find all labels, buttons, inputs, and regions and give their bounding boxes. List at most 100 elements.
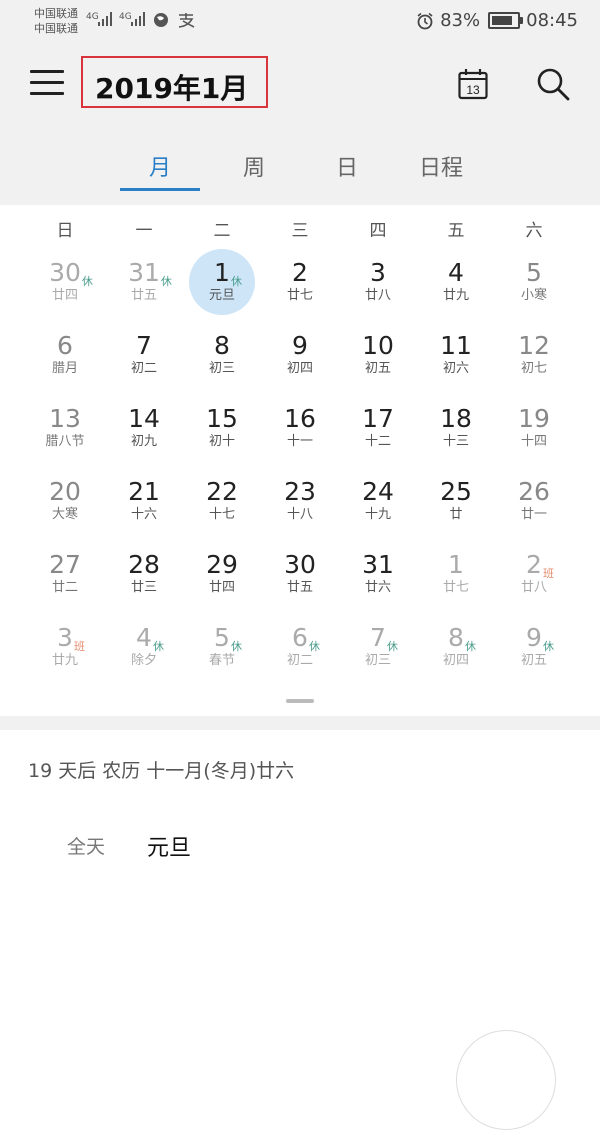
day-cell[interactable]: 3 廿八 xyxy=(339,246,417,314)
day-number: 9 xyxy=(526,623,542,652)
day-cell[interactable]: 2 班廿八 xyxy=(495,538,573,606)
day-number: 24 xyxy=(362,477,394,506)
lunar-date: 十七 xyxy=(208,507,235,522)
holiday-tag: 休 xyxy=(230,640,242,653)
day-cell[interactable]: 4 休除夕 xyxy=(105,611,183,679)
day-cell[interactable]: 9 初四 xyxy=(261,319,339,387)
carrier-info: 中国联通 中国联通 xyxy=(34,6,78,36)
lunar-date: 初五 xyxy=(520,653,547,668)
day-cell[interactable]: 2 廿七 xyxy=(261,246,339,314)
day-cell[interactable]: 21 十六 xyxy=(105,465,183,533)
globe-icon xyxy=(154,13,168,27)
day-cell[interactable]: 11 初六 xyxy=(417,319,495,387)
lunar-date: 廿三 xyxy=(130,580,157,595)
lunar-date: 初九 xyxy=(130,434,157,449)
day-cell[interactable]: 10 初五 xyxy=(339,319,417,387)
event-item[interactable]: 全天 元旦 xyxy=(0,830,600,861)
month-title-box[interactable]: 2019年1月 xyxy=(81,56,268,108)
carrier-1: 中国联通 xyxy=(34,7,78,20)
lunar-date: 廿 xyxy=(449,507,463,522)
lunar-date: 十八 xyxy=(286,507,313,522)
day-number: 2 xyxy=(292,258,308,287)
day-cell[interactable]: 14 初九 xyxy=(105,392,183,460)
day-cell[interactable]: 22 十七 xyxy=(183,465,261,533)
day-cell[interactable]: 1 休元旦 xyxy=(183,246,261,315)
add-event-button[interactable] xyxy=(456,1030,556,1130)
day-cell[interactable]: 9 休初五 xyxy=(495,611,573,679)
lunar-date: 腊月 xyxy=(51,361,78,376)
lunar-date: 十四 xyxy=(520,434,547,449)
menu-icon[interactable] xyxy=(30,70,64,100)
day-number: 30 xyxy=(284,550,316,579)
day-cell[interactable]: 30 廿五 xyxy=(261,538,339,606)
carrier-2: 中国联通 xyxy=(34,22,78,35)
day-number: 9 xyxy=(292,331,308,360)
day-number: 11 xyxy=(440,331,472,360)
day-cell[interactable]: 31 廿六 xyxy=(339,538,417,606)
day-cell[interactable]: 24 十九 xyxy=(339,465,417,533)
lunar-date: 廿九 xyxy=(51,653,78,668)
battery-fill xyxy=(492,16,513,25)
day-cell[interactable]: 8 初三 xyxy=(183,319,261,387)
day-cell[interactable]: 29 廿四 xyxy=(183,538,261,606)
network-type-1: 4G xyxy=(86,12,99,22)
day-cell[interactable]: 20 大寒 xyxy=(26,465,104,533)
day-cell[interactable]: 7 休初三 xyxy=(339,611,417,679)
section-divider xyxy=(0,716,600,730)
day-number: 31 xyxy=(362,550,394,579)
lunar-date: 初四 xyxy=(442,653,469,668)
lunar-date: 廿五 xyxy=(130,288,157,303)
day-cell[interactable]: 5 休春节 xyxy=(183,611,261,679)
alarm-icon xyxy=(417,12,433,29)
day-cell[interactable]: 8 休初四 xyxy=(417,611,495,679)
day-cell[interactable]: 17 十二 xyxy=(339,392,417,460)
day-cell[interactable]: 19 十四 xyxy=(495,392,573,460)
day-cell[interactable]: 1 廿七 xyxy=(417,538,495,606)
day-cell[interactable]: 25 廿 xyxy=(417,465,495,533)
day-cell[interactable]: 6 腊月 xyxy=(26,319,104,387)
lunar-date: 十二 xyxy=(364,434,391,449)
day-number: 1 xyxy=(214,258,230,287)
drag-handle[interactable] xyxy=(286,699,314,703)
day-cell[interactable]: 4 廿九 xyxy=(417,246,495,314)
day-number: 21 xyxy=(128,477,160,506)
lunar-date: 廿八 xyxy=(364,288,391,303)
day-number: 4 xyxy=(136,623,152,652)
active-tab-indicator xyxy=(120,188,200,191)
day-cell[interactable]: 13 腊八节 xyxy=(26,392,104,460)
search-icon[interactable] xyxy=(535,66,571,102)
holiday-tag: 休 xyxy=(81,275,93,288)
day-cell[interactable]: 6 休初二 xyxy=(261,611,339,679)
holiday-tag: 休 xyxy=(542,640,554,653)
day-number: 15 xyxy=(206,404,238,433)
day-cell[interactable]: 18 十三 xyxy=(417,392,495,460)
day-cell[interactable]: 30 休廿四 xyxy=(26,246,104,314)
day-cell[interactable]: 26 廿一 xyxy=(495,465,573,533)
day-cell[interactable]: 23 十八 xyxy=(261,465,339,533)
lunar-date: 初六 xyxy=(442,361,469,376)
holiday-tag: 休 xyxy=(308,640,320,653)
battery-icon xyxy=(488,12,524,29)
day-cell[interactable]: 5 小寒 xyxy=(495,246,573,314)
day-cell[interactable]: 3 班廿九 xyxy=(26,611,104,679)
day-number: 2 xyxy=(526,550,542,579)
day-cell[interactable]: 7 初二 xyxy=(105,319,183,387)
day-cell[interactable]: 27 廿二 xyxy=(26,538,104,606)
holiday-tag: 休 xyxy=(386,640,398,653)
tab-month[interactable]: 月 xyxy=(120,150,200,182)
calendar-today-icon[interactable]: 13 xyxy=(458,68,488,100)
tab-schedule[interactable]: 日程 xyxy=(401,150,481,182)
lunar-date: 廿九 xyxy=(442,288,469,303)
lunar-date: 初七 xyxy=(520,361,547,376)
alipay-icon xyxy=(178,13,195,28)
day-cell[interactable]: 15 初十 xyxy=(183,392,261,460)
day-number: 25 xyxy=(440,477,472,506)
day-cell[interactable]: 16 十一 xyxy=(261,392,339,460)
day-cell[interactable]: 28 廿三 xyxy=(105,538,183,606)
tab-day[interactable]: 日 xyxy=(307,150,387,182)
lunar-date: 初五 xyxy=(364,361,391,376)
day-cell[interactable]: 31 休廿五 xyxy=(105,246,183,314)
workday-tag: 班 xyxy=(542,567,554,580)
day-cell[interactable]: 12 初七 xyxy=(495,319,573,387)
tab-week[interactable]: 周 xyxy=(214,150,294,182)
